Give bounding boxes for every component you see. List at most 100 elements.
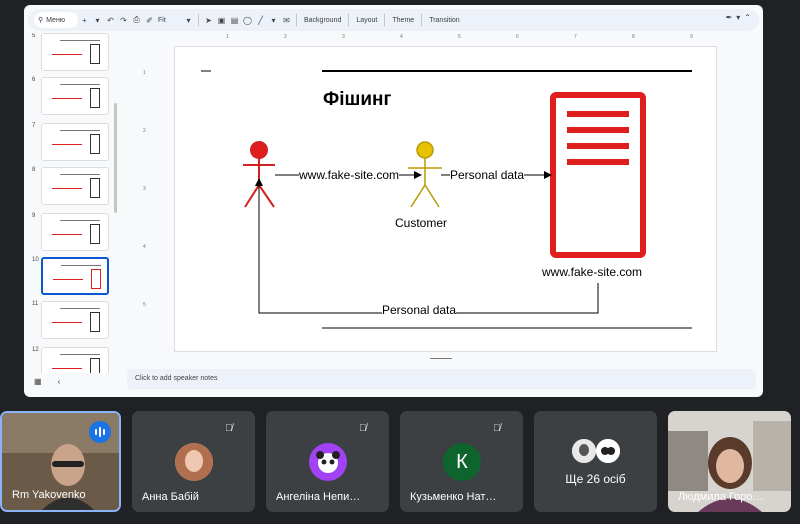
slide-filmstrip: 5 6 7 8 9 10 11 12	[24, 33, 136, 373]
participant-name: Анна Бабій	[142, 491, 199, 503]
participant-name: Rm Yakovenko	[12, 489, 86, 501]
grid-view-icon[interactable]: ▦	[34, 377, 42, 386]
slide-thumbnail-row[interactable]: 7	[24, 123, 136, 163]
mic-off-icon: 🎙̸	[225, 423, 233, 434]
screen: ⚲ Меню + ▾ ↶ ↷ ⎙ ✐ Fit ▾ ➤ ▣ ▤ ◯ ╱ ▾ ✉ B…	[0, 0, 800, 524]
slide-thumbnail[interactable]	[41, 347, 109, 373]
slide-number: 6	[32, 77, 36, 83]
ruler-tick: 7	[574, 34, 577, 40]
thumbnail-shape	[90, 178, 100, 198]
slide-thumbnail-row[interactable]: 10	[24, 257, 136, 297]
thumbnail-line	[60, 84, 100, 85]
search-icon: ⚲	[38, 17, 44, 24]
chevron-down-icon[interactable]: ▾	[268, 13, 279, 27]
slide-thumbnail-row[interactable]: 11	[24, 301, 136, 341]
collapse-panel-icon[interactable]: ‹	[58, 377, 61, 386]
horizontal-ruler: 1 2 3 4 5 6 7 8 9	[174, 33, 716, 43]
server-label: www.fake-site.com	[542, 265, 643, 279]
slide-thumbnail[interactable]	[41, 213, 109, 251]
slide-thumbnail[interactable]	[41, 257, 109, 295]
slide-resize-handle[interactable]	[430, 358, 452, 359]
slide-thumbnail[interactable]	[41, 77, 109, 115]
pen-icon[interactable]: ✒	[726, 13, 733, 22]
collapse-icon[interactable]: ⌃	[744, 13, 751, 22]
participant-name: Ангеліна Непи…	[276, 491, 361, 503]
more-participants-tile[interactable]: Ще 26 осіб	[534, 411, 657, 512]
slide-thumbnail[interactable]	[41, 33, 109, 71]
chevron-down-icon[interactable]: ▾	[92, 13, 103, 27]
new-slide-icon[interactable]: +	[79, 13, 90, 27]
slide-thumbnail-row[interactable]: 12	[24, 347, 136, 373]
toolbar-divider	[198, 14, 199, 26]
chevron-down-icon[interactable]: ▾	[736, 13, 740, 22]
slide-number: 12	[32, 347, 39, 353]
participant-tile-angelina[interactable]: 🎙̸ Ангеліна Непи…	[266, 411, 389, 512]
participant-tile-anna[interactable]: 🎙̸ Анна Бабій	[132, 411, 255, 512]
text-box-icon[interactable]: ▣	[216, 13, 227, 27]
slide-thumbnail-row[interactable]: 8	[24, 167, 136, 207]
participant-tile-kuzmenko[interactable]: 🎙̸ К Кузьменко Нат…	[400, 411, 523, 512]
transition-button[interactable]: Transition	[425, 17, 463, 24]
more-participants-label: Ще 26 осіб	[565, 472, 626, 486]
ruler-tick: 6	[516, 34, 519, 40]
menus-button[interactable]: ⚲ Меню	[34, 12, 78, 28]
line-icon[interactable]: ╱	[255, 13, 266, 27]
chevron-down-icon[interactable]: ▾	[183, 13, 194, 27]
mic-off-icon: 🎙̸	[493, 423, 501, 434]
slide-number: 5	[32, 33, 36, 39]
avatar	[175, 443, 213, 481]
toolbar-right: ✒ ▾ ⌃	[726, 13, 751, 22]
ruler-tick: 2	[284, 34, 287, 40]
print-icon[interactable]: ⎙	[131, 13, 142, 27]
ruler-tick: 5	[143, 302, 146, 308]
thumbnail-line	[60, 130, 100, 131]
ruler-tick: 2	[143, 128, 146, 134]
slide-thumbnail-row[interactable]: 5	[24, 33, 136, 73]
slide-thumbnail-row[interactable]: 6	[24, 77, 136, 117]
slide-thumbnail[interactable]	[41, 301, 109, 339]
avatar	[309, 443, 347, 481]
undo-icon[interactable]: ↶	[105, 13, 116, 27]
slide-title: Фішинг	[323, 89, 392, 110]
slide-thumbnail[interactable]	[41, 123, 109, 161]
slide-number: 8	[32, 167, 36, 173]
ruler-tick: 1	[143, 70, 146, 76]
select-cursor-icon[interactable]: ➤	[203, 13, 214, 27]
background-button[interactable]: Background	[300, 17, 345, 24]
slide-canvas[interactable]: Фішинг www.fake-site.com Personal data C…	[174, 46, 717, 352]
ruler-tick: 8	[632, 34, 635, 40]
slide-number: 10	[32, 257, 39, 263]
thumbnail-line	[53, 279, 83, 280]
slide-thumbnail[interactable]	[41, 167, 109, 205]
toolbar-divider	[296, 14, 297, 26]
image-icon[interactable]: ▤	[229, 13, 240, 27]
toolbar: ⚲ Меню + ▾ ↶ ↷ ⎙ ✐ Fit ▾ ➤ ▣ ▤ ◯ ╱ ▾ ✉ B…	[28, 9, 759, 31]
shape-icon[interactable]: ◯	[242, 13, 253, 27]
thumbnail-line	[52, 234, 82, 235]
layout-button[interactable]: Layout	[352, 17, 381, 24]
avatar-photo	[175, 443, 213, 481]
speaker-notes[interactable]: Click to add speaker notes	[127, 369, 756, 389]
menus-label: Меню	[46, 16, 66, 24]
thumbnail-line	[52, 188, 82, 189]
speaking-indicator-icon	[89, 421, 111, 443]
participant-tile-rm-yakovenko[interactable]: Rm Yakovenko	[0, 411, 121, 512]
toolbar-divider	[421, 14, 423, 26]
participant-tile-lyudmyla[interactable]: Людмила Горо…	[668, 411, 791, 512]
paint-format-icon[interactable]: ✐	[144, 13, 155, 27]
ruler-tick: 3	[143, 186, 146, 192]
theme-button[interactable]: Theme	[388, 17, 418, 24]
zoom-select[interactable]: Fit	[156, 17, 182, 24]
panda-avatar-icon	[316, 451, 340, 473]
ruler-tick: 4	[143, 244, 146, 250]
thumbnail-line	[60, 174, 100, 175]
thumbnail-line	[60, 220, 100, 221]
filmstrip-scrollbar[interactable]	[114, 103, 117, 213]
redo-icon[interactable]: ↷	[118, 13, 129, 27]
ruler-tick: 9	[690, 34, 693, 40]
slide-thumbnail-row[interactable]: 9	[24, 213, 136, 253]
mic-off-icon: 🎙̸	[359, 423, 367, 434]
comment-icon[interactable]: ✉	[281, 13, 292, 27]
thumbnail-line	[61, 265, 101, 266]
slide-number: 9	[32, 213, 36, 219]
